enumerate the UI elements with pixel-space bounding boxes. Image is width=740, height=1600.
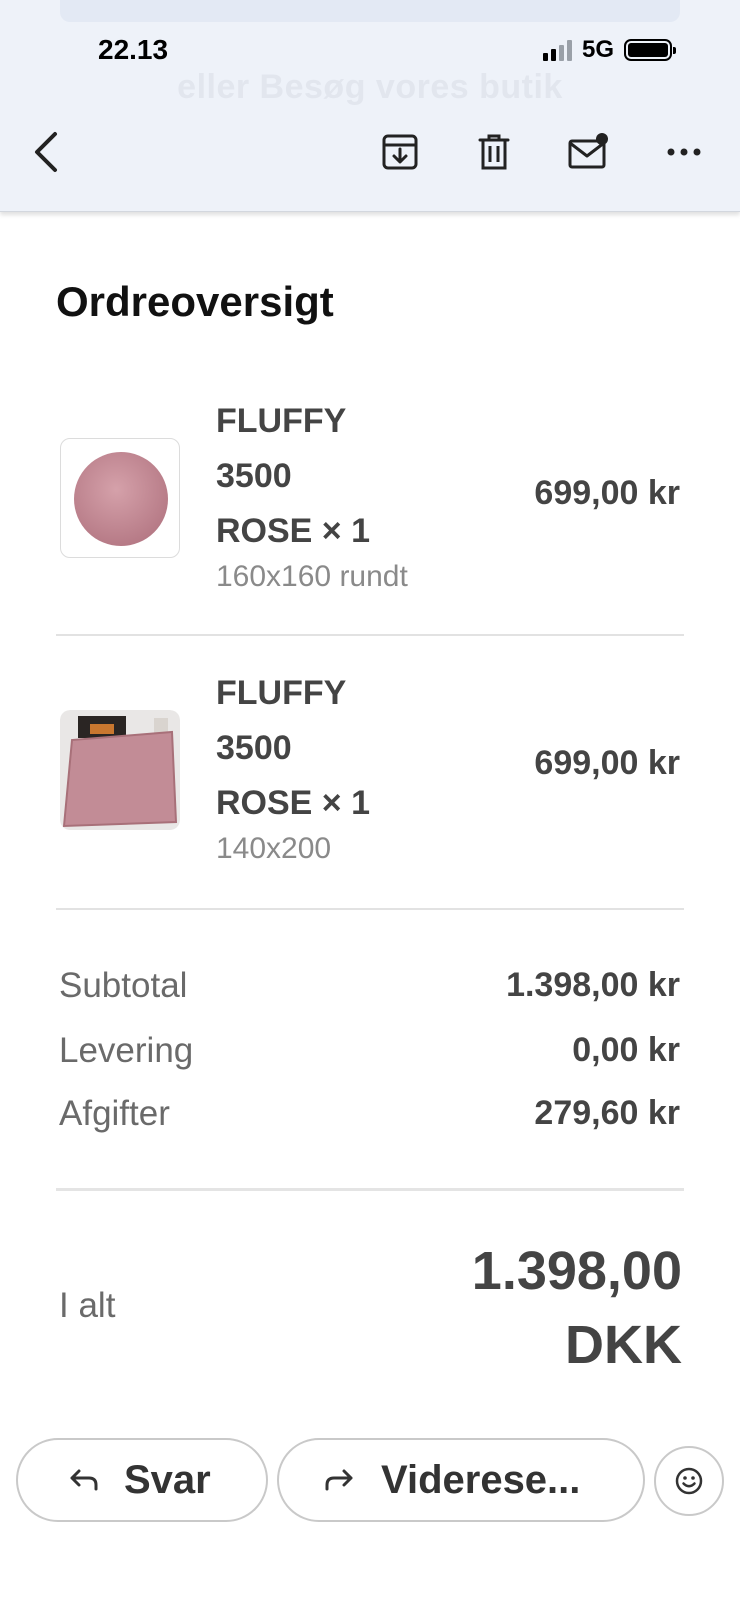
smiley-icon [675,1467,703,1495]
order-item: FLUFFY 3500 ROSE × 1 160x160 rundt 699,0… [56,390,684,600]
shipping-row: Levering 0,00 kr [56,1031,684,1081]
delete-button[interactable] [472,130,516,174]
summary-value: 279,60 kr [534,1094,680,1132]
reply-button[interactable]: Svar [16,1438,268,1522]
mark-unread-button[interactable] [566,130,610,174]
mark-unread-icon [568,133,608,169]
summary-label: Subtotal [59,966,188,1005]
forward-label: Viderese... [381,1457,581,1502]
item-name-line: 3500 [216,457,292,495]
signal-icon [542,39,572,61]
divider [56,1188,684,1191]
order-summary-title: Ordreoversigt [56,278,334,325]
ghost-text: eller Besøg vores butik [177,68,563,106]
order-item: FLUFFY 3500 ROSE × 1 140x200 699,00 kr [56,662,684,872]
divider [56,634,684,636]
status-indicators: 5G [542,36,676,64]
summary-label: Levering [59,1031,194,1070]
reply-label: Svar [124,1457,211,1502]
back-icon [35,132,57,172]
archive-icon [382,134,418,170]
reply-icon [64,1460,104,1500]
item-price: 699,00 kr [534,744,680,782]
header-search-ghost [60,0,680,22]
network-label: 5G [581,36,614,63]
subtotal-row: Subtotal 1.398,00 kr [56,966,684,1016]
summary-value: 0,00 kr [572,1031,680,1069]
archive-button[interactable] [378,130,422,174]
forward-icon [319,1460,359,1500]
back-button[interactable] [24,130,68,174]
status-time: 22.13 [98,34,169,65]
item-name-line: 3500 [216,729,292,767]
emoji-reaction-button[interactable] [654,1446,724,1516]
product-image-round-rug [60,438,180,558]
item-price: 699,00 kr [534,474,680,512]
item-name: FLUFFY 3500 ROSE × 1 [216,394,476,559]
more-button[interactable] [662,130,706,174]
total-label: I alt [59,1286,116,1325]
item-name-line: FLUFFY [216,674,347,712]
summary-value: 1.398,00 kr [506,966,680,1004]
total-amount: 1.398,00 [471,1241,682,1301]
trash-icon [478,134,510,170]
item-name-line: ROSE × 1 [216,512,371,550]
divider [56,908,684,910]
item-variant: 140x200 [216,832,332,865]
total-currency: DKK [565,1315,682,1375]
item-name-line: FLUFFY [216,402,347,440]
tax-row: Afgifter 279,60 kr [56,1094,684,1144]
forward-button[interactable]: Viderese... [277,1438,645,1522]
item-name-line: ROSE × 1 [216,784,371,822]
item-name: FLUFFY 3500 ROSE × 1 [216,666,476,831]
battery-icon [624,39,676,61]
more-icon [667,148,701,156]
email-header: eller Besøg vores butik 22.13 5G [0,0,740,212]
summary-label: Afgifter [59,1094,170,1133]
product-image-rect-rug [60,710,180,830]
item-variant: 160x160 rundt [216,560,408,593]
